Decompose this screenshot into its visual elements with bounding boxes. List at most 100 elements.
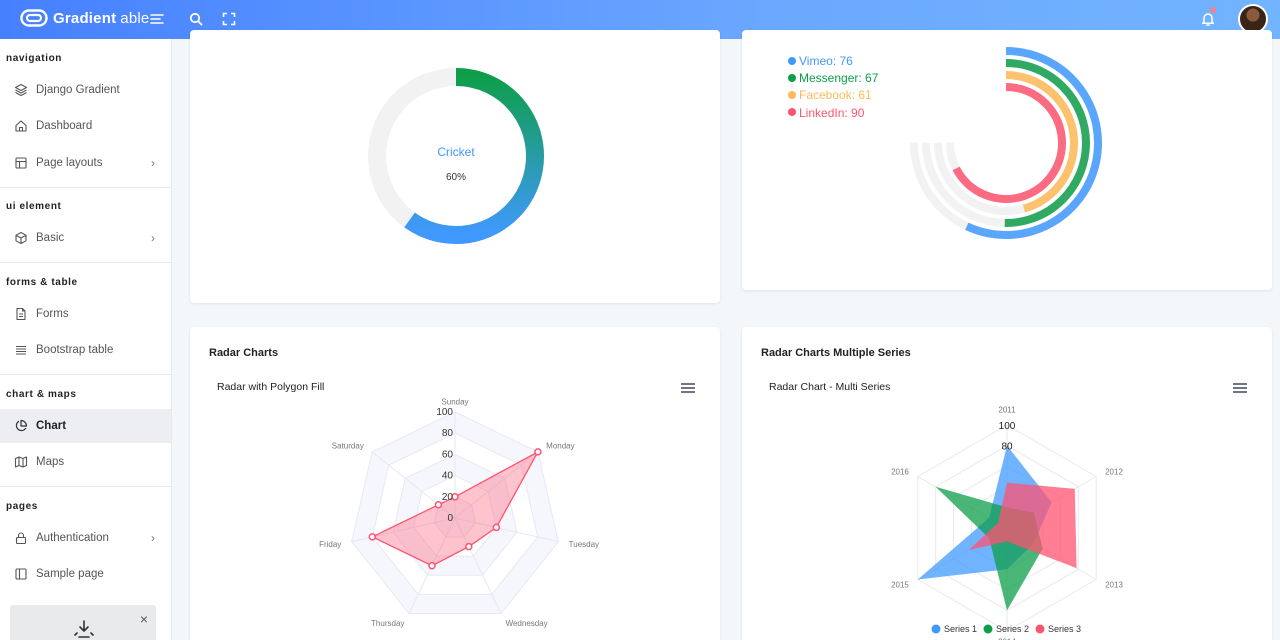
sidebar-item-bootstrap-table[interactable]: Bootstrap table	[0, 333, 171, 367]
legend-marker	[788, 74, 796, 82]
sidebar-item-label: Page layouts	[36, 157, 103, 169]
radar-tick-label: 100	[999, 421, 1016, 432]
download-icon	[74, 620, 94, 638]
legend-label: Vimeo: 76	[799, 54, 853, 68]
sidebar-icon	[15, 568, 27, 580]
radar-category-label: Sunday	[441, 397, 468, 406]
multi-radial-chart: Vimeo: 76 Messenger: 67 Facebook: 61 Lin…	[788, 47, 1102, 239]
radar-category-label: Saturday	[332, 441, 364, 450]
home-icon	[15, 120, 27, 132]
radar-multi-card: Radar Charts Multiple Series Radar Chart…	[742, 327, 1272, 640]
sidebar-item-django-gradient[interactable]: Django Gradient	[0, 73, 171, 107]
section-title-forms-table: forms & table	[6, 277, 78, 288]
sidebar-item-label: Sample page	[36, 568, 104, 580]
sidebar-item-dashboard[interactable]: Dashboard	[0, 109, 171, 143]
radar-category-label: 2011	[998, 406, 1016, 415]
radar-data-point[interactable]	[492, 523, 501, 532]
chevron-right-icon: ›	[151, 231, 155, 245]
multi-radial-card: Vimeo: 76 Messenger: 67 Facebook: 61 Lin…	[742, 30, 1272, 290]
radar-data-point[interactable]	[428, 562, 436, 570]
sidebar-item-label: Authentication	[36, 532, 109, 544]
radar-category-label: Tuesday	[569, 540, 599, 549]
legend-label: Facebook: 61	[799, 88, 872, 102]
radar-tick-label: 80	[1001, 442, 1013, 453]
legend-marker	[788, 108, 796, 116]
radar-category-label: 2016	[891, 467, 909, 476]
divider	[0, 262, 171, 263]
divider	[0, 187, 171, 188]
legend-marker	[788, 57, 796, 65]
sidebar-item-basic[interactable]: Basic ›	[0, 221, 171, 255]
box-icon	[15, 231, 27, 245]
radar-data-point[interactable]	[465, 542, 473, 551]
legend-label: LinkedIn: 90	[799, 106, 865, 120]
radial-label: Cricket	[437, 145, 475, 159]
fullscreen-icon[interactable]	[221, 11, 237, 27]
section-title-chart-maps: chart & maps	[6, 389, 77, 400]
radar-tick-label: 0	[447, 513, 453, 524]
radar-multi-chart: 80100201120122013201420152016Series 1Ser…	[891, 406, 1123, 640]
bell-icon[interactable]	[1200, 11, 1216, 27]
logo[interactable]: Gradient able	[20, 9, 149, 27]
radar-tick-label: 80	[442, 428, 454, 439]
layers-icon	[14, 83, 28, 97]
radial-value: 60%	[446, 172, 466, 183]
legend-marker	[788, 91, 796, 99]
sidebar-item-label: Chart	[36, 420, 67, 432]
pie-chart-icon	[15, 419, 28, 432]
radar-category-label: 2013	[1105, 581, 1123, 590]
sidebar-item-label: Bootstrap table	[36, 344, 114, 356]
radar-chart: 0 20 40 60 80 100Sunday Monday Tuesday Wednesday…	[319, 397, 599, 628]
legend-label[interactable]: Series 2	[996, 624, 1029, 634]
divider	[0, 486, 171, 487]
radar-data-point[interactable]	[434, 501, 443, 509]
section-title-pages: pages	[6, 501, 38, 512]
layout-icon	[15, 157, 27, 169]
legend-marker	[983, 624, 993, 634]
radial-bar-card: Cricket 60%	[190, 30, 720, 303]
radar-chart-card: Radar Charts Radar with Polygon Fill 0 20…	[190, 327, 720, 640]
lock-icon	[15, 532, 27, 545]
section-title-navigation: navigation	[6, 53, 63, 64]
sidebar-item-label: Maps	[36, 456, 65, 468]
sidebar-item-label: Basic	[36, 232, 65, 244]
radar-category-label: Friday	[319, 540, 341, 549]
legend-marker	[1035, 624, 1045, 634]
radar-category-label: Thursday	[371, 619, 404, 628]
radar-category-label: Wednesday	[506, 619, 548, 628]
legend-label[interactable]: Series 3	[1048, 624, 1081, 634]
legend-label: Messenger: 67	[799, 71, 879, 85]
sidebar-item-maps[interactable]: Maps	[0, 445, 171, 479]
menu-icon[interactable]	[149, 11, 165, 27]
logo-icon	[20, 9, 48, 27]
section-title-ui-element: ui element	[6, 201, 62, 212]
radar-data-point[interactable]	[534, 448, 542, 456]
chevron-right-icon: ›	[151, 531, 155, 545]
radial-bar-linkedin	[952, 83, 1066, 203]
radar-tick-label: 40	[442, 471, 454, 482]
sidebar-item-forms[interactable]: Forms	[0, 297, 171, 331]
legend-label[interactable]: Series 1	[944, 624, 977, 634]
sidebar-item-page-layouts[interactable]: Page layouts ›	[0, 146, 171, 180]
radar-tick-label: 20	[442, 492, 454, 503]
radar-tick-label: 60	[442, 449, 454, 460]
radar-category-label: 2015	[891, 581, 909, 590]
file-text-icon	[16, 307, 26, 321]
sidebar-item-chart[interactable]: Chart	[0, 409, 171, 443]
sidebar: navigation Django Gradient Dashboard Pag…	[0, 39, 172, 640]
legend-marker	[931, 624, 941, 634]
notification-badge	[1210, 7, 1216, 13]
promo-card: ×	[10, 605, 156, 640]
chevron-right-icon: ›	[151, 156, 155, 170]
sidebar-item-label: Dashboard	[36, 120, 93, 132]
divider	[0, 374, 171, 375]
radar-data-point[interactable]	[368, 533, 377, 541]
sidebar-item-authentication[interactable]: Authentication ›	[0, 521, 171, 555]
align-justify-icon	[16, 345, 26, 355]
radar-category-label: 2012	[1105, 467, 1123, 476]
close-icon[interactable]: ×	[140, 611, 148, 627]
radar-category-label: Monday	[546, 441, 574, 450]
sidebar-item-label: Django Gradient	[36, 84, 120, 96]
search-icon[interactable]	[188, 11, 204, 27]
sidebar-item-sample-page[interactable]: Sample page	[0, 557, 171, 591]
